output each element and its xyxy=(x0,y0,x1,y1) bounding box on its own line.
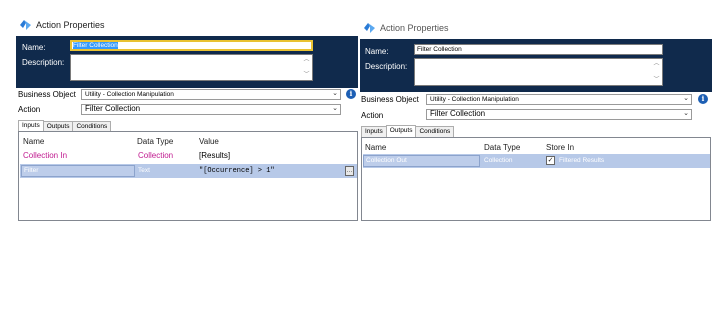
left-header-panel: Name: Filter Collection Description: ︿ ﹀ xyxy=(16,36,358,88)
row-name-cell[interactable]: Filter xyxy=(21,165,135,177)
name-input-value: Filter Collection xyxy=(73,42,118,49)
description-textarea[interactable]: ︿ ﹀ xyxy=(70,54,313,81)
right-header-panel: Name: Filter Collection Description: ︿ ﹀ xyxy=(360,39,712,92)
dialog-title: Action Properties xyxy=(380,23,449,33)
description-textarea[interactable]: ︿ ﹀ xyxy=(414,58,663,86)
info-icon[interactable]: i xyxy=(698,94,708,104)
business-object-value: Utility - Collection Manipulation xyxy=(430,96,519,103)
inputs-grid: Name Data Type Value Collection In Colle… xyxy=(18,131,358,221)
scroll-up-icon[interactable]: ︿ xyxy=(303,56,309,64)
outputs-grid: Name Data Type Store In Collection Out C… xyxy=(361,137,711,221)
row-name: Filter xyxy=(24,167,39,174)
tab-outputs[interactable]: Outputs xyxy=(385,125,417,137)
business-object-dropdown[interactable]: Utility - Collection Manipulation ⌄ xyxy=(81,89,341,100)
description-scrollbar[interactable]: ︿ ﹀ xyxy=(302,56,311,79)
business-object-dropdown[interactable]: Utility - Collection Manipulation ⌄ xyxy=(426,94,692,105)
row-name: Collection Out xyxy=(366,157,407,164)
right-action-properties-dialog: Action Properties Name: Filter Collectio… xyxy=(358,0,716,309)
row-data-type: Collection xyxy=(138,151,174,160)
action-value: Filter Collection xyxy=(85,104,141,113)
row-value[interactable]: "[Occurrence] > 1" xyxy=(199,167,275,175)
dialog-title: Action Properties xyxy=(36,20,105,30)
left-title-bar: Action Properties xyxy=(20,15,105,35)
description-label: Description: xyxy=(365,62,408,71)
row-store-in[interactable]: Filtered Results xyxy=(559,157,604,164)
action-dropdown[interactable]: Filter Collection ⌄ xyxy=(81,104,341,115)
row-name[interactable]: Collection In xyxy=(23,151,67,160)
action-dropdown[interactable]: Filter Collection ⌄ xyxy=(426,109,692,120)
name-label: Name: xyxy=(22,43,46,52)
description-scrollbar[interactable]: ︿ ﹀ xyxy=(652,60,661,84)
action-label: Action xyxy=(18,105,41,114)
column-header-data-type[interactable]: Data Type xyxy=(137,137,173,146)
name-input[interactable]: Filter Collection xyxy=(414,44,663,55)
chevron-down-icon: ⌄ xyxy=(683,95,689,102)
right-title-bar: Action Properties xyxy=(364,18,449,38)
checkbox-icon[interactable]: ✓ xyxy=(546,156,555,165)
chevron-down-icon: ⌄ xyxy=(332,90,338,97)
row-name-cell[interactable]: Collection Out xyxy=(363,155,480,167)
business-object-label: Business Object xyxy=(361,95,419,104)
column-header-name[interactable]: Name xyxy=(23,137,44,146)
row-value[interactable]: [Results] xyxy=(199,151,230,160)
column-header-name[interactable]: Name xyxy=(365,143,386,152)
scroll-up-icon[interactable]: ︿ xyxy=(653,60,659,68)
blue-prism-icon xyxy=(364,23,375,33)
blue-prism-icon xyxy=(20,20,31,30)
business-object-label: Business Object xyxy=(18,90,76,99)
name-input[interactable]: Filter Collection xyxy=(70,40,313,51)
action-value: Filter Collection xyxy=(430,109,486,118)
column-header-store-in[interactable]: Store In xyxy=(546,143,574,152)
action-label: Action xyxy=(361,111,384,120)
description-label: Description: xyxy=(22,58,65,67)
business-object-value: Utility - Collection Manipulation xyxy=(85,91,174,98)
scroll-down-icon[interactable]: ﹀ xyxy=(303,71,309,79)
column-header-value[interactable]: Value xyxy=(199,137,219,146)
chevron-down-icon: ⌄ xyxy=(332,105,338,112)
row-data-type: Collection xyxy=(484,157,513,164)
row-data-type: Text xyxy=(138,167,150,174)
left-action-properties-dialog: Action Properties Name: Filter Collectio… xyxy=(0,0,358,309)
name-input-value: Filter Collection xyxy=(417,46,462,53)
column-header-data-type[interactable]: Data Type xyxy=(484,143,520,152)
info-icon[interactable]: i xyxy=(346,89,356,99)
chevron-down-icon: ⌄ xyxy=(683,110,689,117)
ellipsis-button-icon[interactable]: … xyxy=(345,166,354,176)
name-label: Name: xyxy=(365,47,389,56)
scroll-down-icon[interactable]: ﹀ xyxy=(653,76,659,84)
